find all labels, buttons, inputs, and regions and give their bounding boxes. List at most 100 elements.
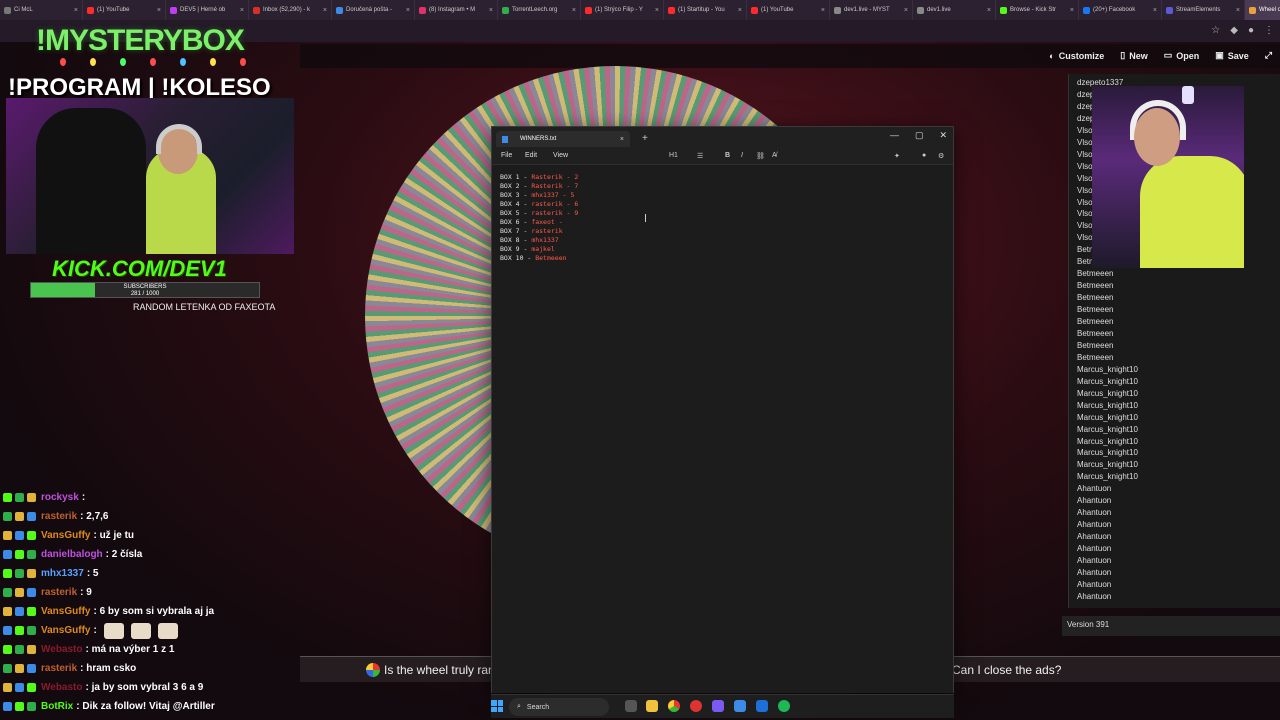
wheel-entry[interactable]: Betmeeen xyxy=(1077,340,1113,352)
notepad-tab[interactable]: WINNERS.txt × xyxy=(496,131,630,147)
chrome-taskbar-icon[interactable] xyxy=(668,700,680,712)
new-tab-icon[interactable]: + xyxy=(642,133,648,144)
minimize-icon[interactable]: — xyxy=(890,130,899,141)
wheel-entry[interactable]: Vlso xyxy=(1077,137,1093,149)
open-button[interactable]: ▭ Open xyxy=(1164,50,1200,61)
wheel-entry[interactable]: Betmeeen xyxy=(1077,280,1113,292)
wheel-entry[interactable]: Ahantuon xyxy=(1077,495,1111,507)
italic-icon[interactable]: I xyxy=(741,152,743,159)
share-icon[interactable]: ⤢ xyxy=(1265,50,1272,61)
wheel-entry[interactable]: Vlso xyxy=(1077,232,1093,244)
wheel-entry[interactable]: Ahantuon xyxy=(1077,519,1111,531)
browser-tab[interactable]: Doručená pošta - × xyxy=(332,0,415,20)
close-tab-icon[interactable]: × xyxy=(987,7,991,14)
account-icon[interactable]: ● xyxy=(922,152,926,159)
wheel-entry[interactable]: Vlso xyxy=(1077,125,1093,137)
list-icon[interactable]: ☰ xyxy=(697,152,703,160)
wheel-entry[interactable]: Betmeeen xyxy=(1077,328,1113,340)
wheel-entry[interactable]: Vlso xyxy=(1077,220,1093,232)
browser-tab[interactable]: Ci McL × xyxy=(0,0,83,20)
wheel-entry[interactable]: Ahantuon xyxy=(1077,555,1111,567)
chat-username[interactable]: mhx1337 xyxy=(41,568,84,579)
browser-tab[interactable]: Wheel of Nam× xyxy=(1245,0,1280,20)
menu-icon[interactable]: ⋮ xyxy=(1264,25,1274,36)
maximize-icon[interactable]: ▢ xyxy=(915,130,924,141)
copilot-icon[interactable]: ✦ xyxy=(894,152,900,160)
close-tab-icon[interactable]: × xyxy=(1070,7,1074,14)
profile-icon[interactable]: ● xyxy=(1248,25,1254,36)
app-icon-blue[interactable] xyxy=(756,700,768,712)
close-window-icon[interactable]: ✕ xyxy=(939,130,947,141)
discord-icon[interactable] xyxy=(712,700,724,712)
windows-start-icon[interactable] xyxy=(491,700,503,712)
customize-button[interactable]: ◐ Customize xyxy=(1049,50,1104,61)
browser-tab[interactable]: (1) Strýco Filip - Y × xyxy=(581,0,664,20)
browser-tab[interactable]: dev1.live × xyxy=(913,0,996,20)
extensions-icon[interactable]: ◆ xyxy=(1230,25,1238,36)
wheel-entry[interactable]: Ahantuon xyxy=(1077,543,1111,555)
taskbar-search[interactable]: ⌕ Search xyxy=(509,698,609,716)
close-tab-icon[interactable]: × xyxy=(572,7,576,14)
wheel-entry[interactable]: Ahantuon xyxy=(1077,531,1111,543)
settings-icon[interactable]: ⚙ xyxy=(938,152,944,160)
wheel-entry[interactable]: Vlso xyxy=(1077,185,1093,197)
chat-username[interactable]: danielbalogh xyxy=(41,549,103,560)
close-tab-icon[interactable]: × xyxy=(738,7,742,14)
file-explorer-icon[interactable] xyxy=(646,700,658,712)
wheel-entry[interactable]: Ahantuon xyxy=(1077,483,1111,495)
browser-tab[interactable]: Browse - Kick Str × xyxy=(996,0,1079,20)
link-icon[interactable]: ⛓ xyxy=(756,152,765,160)
spotify-icon[interactable] xyxy=(778,700,790,712)
wheel-entry[interactable]: Marcus_knight10 xyxy=(1077,388,1138,400)
chat-username[interactable]: rasterik xyxy=(41,511,77,522)
menu-view[interactable]: View xyxy=(553,152,568,159)
browser-tab[interactable]: (1) Startitup - You × xyxy=(664,0,747,20)
wheel-entry[interactable]: Vlso xyxy=(1077,197,1093,209)
chat-username[interactable]: VansGuffy xyxy=(41,625,90,636)
wheel-entry[interactable]: Marcus_knight10 xyxy=(1077,412,1138,424)
task-view-icon[interactable] xyxy=(625,700,637,712)
wheel-entry[interactable]: Vlso xyxy=(1077,161,1093,173)
close-tab-icon[interactable]: × xyxy=(489,7,493,14)
browser-tab[interactable]: TorrentLeech.org × xyxy=(498,0,581,20)
browser-tab[interactable]: dev1.live - MYST × xyxy=(830,0,913,20)
browser-tab[interactable]: StreamElements × xyxy=(1162,0,1245,20)
close-tab-icon[interactable]: × xyxy=(406,7,410,14)
new-button[interactable]: ▯ New xyxy=(1120,50,1147,61)
wheel-entry[interactable]: Marcus_knight10 xyxy=(1077,400,1138,412)
browser-tab[interactable]: (8) Instagram • M × xyxy=(415,0,498,20)
browser-tab[interactable]: Inbox (52,290) - k × xyxy=(249,0,332,20)
wheel-entry[interactable]: Betmeeen xyxy=(1077,268,1113,280)
close-tab-icon[interactable]: × xyxy=(1153,7,1157,14)
app-icon-red[interactable] xyxy=(690,700,702,712)
close-tab-icon[interactable]: × xyxy=(240,7,244,14)
bold-icon[interactable]: B xyxy=(725,152,730,159)
wheel-entry[interactable]: Ahantuon xyxy=(1077,579,1111,591)
chat-username[interactable]: Webasto xyxy=(41,644,83,655)
notepad-editor[interactable]: BOX 1 - Rasterik - 2 BOX 2 - Rasterik - 7… xyxy=(492,166,953,693)
browser-tab[interactable]: DEV5 | Herné ob × xyxy=(166,0,249,20)
menu-edit[interactable]: Edit xyxy=(525,152,537,159)
notepad-taskbar-icon[interactable] xyxy=(734,700,746,712)
close-tab-icon[interactable]: × xyxy=(655,7,659,14)
close-tab-icon[interactable]: × xyxy=(904,7,908,14)
wheel-entry[interactable]: Marcus_knight10 xyxy=(1077,364,1138,376)
close-tab-icon[interactable]: × xyxy=(620,136,624,143)
close-tab-icon[interactable]: × xyxy=(1236,7,1240,14)
wheel-entry[interactable]: Betmeeen xyxy=(1077,352,1113,364)
chat-username[interactable]: Webasto xyxy=(41,682,83,693)
chat-username[interactable]: rasterik xyxy=(41,587,77,598)
wheel-entry[interactable]: Marcus_knight10 xyxy=(1077,459,1138,471)
wheel-entry[interactable]: Marcus_knight10 xyxy=(1077,376,1138,388)
chat-username[interactable]: VansGuffy xyxy=(41,606,90,617)
browser-tab[interactable]: (1) YouTube × xyxy=(747,0,830,20)
clear-format-icon[interactable]: A̸ xyxy=(772,152,777,159)
wheel-entry[interactable]: Marcus_knight10 xyxy=(1077,471,1138,483)
chat-username[interactable]: rasterik xyxy=(41,663,77,674)
heading-dropdown[interactable]: H1 xyxy=(669,152,678,159)
browser-tab[interactable]: (1) YouTube × xyxy=(83,0,166,20)
wheel-entry[interactable]: Ahantuon xyxy=(1077,591,1111,603)
wheel-entry[interactable]: Marcus_knight10 xyxy=(1077,447,1138,459)
browser-tab[interactable]: (20+) Facebook × xyxy=(1079,0,1162,20)
wheel-entry[interactable]: Marcus_knight10 xyxy=(1077,436,1138,448)
